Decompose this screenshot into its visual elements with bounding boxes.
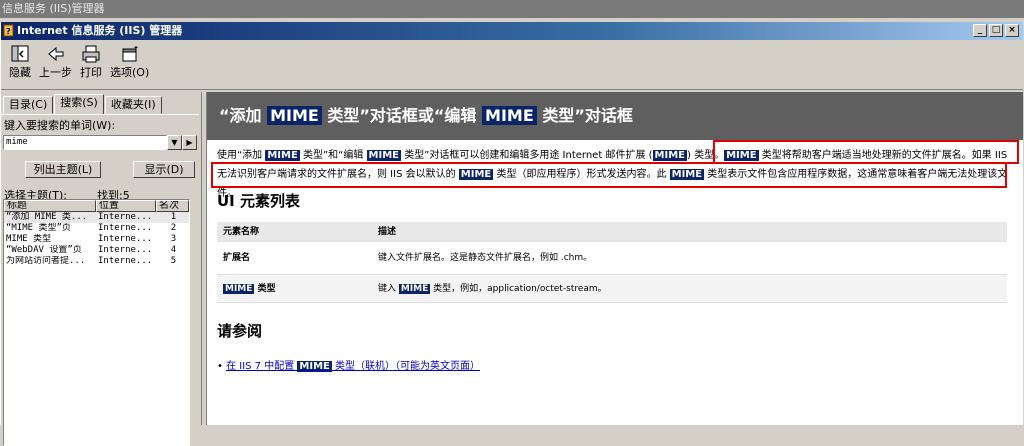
hide-label: 隐藏 bbox=[9, 66, 31, 79]
search-panel: 键入要搜索的单词(W): mime ▼ ▶ 列出主题(L) 显示(D) 选择主题… bbox=[1, 114, 199, 446]
minimize-button[interactable]: _ bbox=[973, 24, 987, 37]
result-rank: 3 bbox=[170, 234, 177, 244]
banner-highlight: MIME bbox=[482, 106, 537, 125]
window-title: Internet 信息服务 (IIS) 管理器 bbox=[17, 24, 183, 37]
print-button[interactable]: 打印 bbox=[76, 40, 106, 88]
result-title: “WebDAV 设置”页 bbox=[6, 245, 82, 255]
keyword-dropdown-button[interactable]: ▼ bbox=[167, 135, 182, 150]
result-row[interactable]: “WebDAV 设置”页 Interne... 4 bbox=[4, 245, 189, 256]
tab-search[interactable]: 搜索(S) bbox=[54, 94, 104, 114]
ui-elements-heading: UI 元素列表 bbox=[217, 192, 300, 210]
para-text: 使用“添加 bbox=[217, 150, 266, 161]
keyword-label: 键入要搜索的单词(W): bbox=[4, 119, 116, 132]
navigation-pane: 目录(C) 搜索(S) 收藏夹(I) 键入要搜索的单词(W): mime ▼ ▶… bbox=[1, 92, 201, 446]
list-topics-button[interactable]: 列出主题(L) bbox=[25, 161, 101, 178]
result-title: “MIME 类型”页 bbox=[6, 223, 71, 233]
para-text: 类型”和“编辑 bbox=[299, 150, 367, 161]
see-also-link[interactable]: 在 IIS 7 中配置 MIME 类型（联机）（可能为英文页面） bbox=[226, 361, 480, 372]
table-cell: 键入文件扩展名。这是静态文件扩展名，例如 .chm。 bbox=[378, 253, 593, 263]
link-text: 类型（联机）（可能为英文页面） bbox=[331, 361, 481, 372]
result-row[interactable]: “MIME 类型”页 Interne... 2 bbox=[4, 223, 189, 234]
banner-text: 类型”对话框 bbox=[536, 106, 633, 125]
search-highlight: MIME bbox=[398, 284, 431, 294]
bullet-icon: • bbox=[217, 361, 227, 372]
result-title: MIME 类型 bbox=[6, 234, 52, 244]
result-rank: 1 bbox=[170, 212, 177, 222]
result-rank: 4 bbox=[170, 245, 177, 255]
result-location: Interne... bbox=[98, 212, 153, 222]
result-row[interactable]: 为网站访问者提... Interne... 5 bbox=[4, 256, 189, 267]
result-title: 为网站访问者提... bbox=[6, 256, 86, 266]
table-cell: 扩展名 bbox=[223, 253, 251, 263]
close-button[interactable]: × bbox=[1005, 24, 1019, 37]
see-also-list: • 在 IIS 7 中配置 MIME 类型（联机）（可能为英文页面） bbox=[217, 357, 480, 372]
cell-text: 类型，例如，application/octet-stream。 bbox=[430, 284, 607, 294]
window-titlebar[interactable]: ? Internet 信息服务 (IIS) 管理器 _ □ × bbox=[1, 22, 1023, 40]
para-text: 类型”对话框可以创建和编辑多用途 Internet 邮件扩展 ( bbox=[401, 150, 653, 161]
help-window: ? Internet 信息服务 (IIS) 管理器 _ □ × 隐藏 上一步 打… bbox=[0, 22, 1024, 446]
banner-highlight: MIME bbox=[267, 106, 322, 125]
search-highlight: MIME bbox=[652, 150, 687, 161]
cell-text: 键入 bbox=[378, 284, 399, 294]
pane-splitter[interactable] bbox=[201, 92, 205, 425]
hide-button[interactable]: 隐藏 bbox=[5, 40, 35, 88]
maximize-button[interactable]: □ bbox=[989, 24, 1003, 37]
link-text: 在 IIS 7 中配置 bbox=[226, 361, 298, 372]
keyword-input[interactable]: mime bbox=[3, 135, 167, 150]
table-header: 描述 bbox=[378, 227, 397, 237]
hide-icon bbox=[11, 45, 29, 62]
help-app-icon: ? bbox=[3, 24, 14, 37]
arrow-right-icon: ▶ bbox=[186, 138, 193, 147]
keyword-arrow-button[interactable]: ▶ bbox=[182, 135, 197, 150]
result-location: Interne... bbox=[98, 223, 153, 233]
column-header-location[interactable]: 位置 bbox=[96, 200, 156, 212]
search-highlight: MIME bbox=[265, 150, 300, 161]
print-label: 打印 bbox=[80, 66, 102, 79]
search-highlight: MIME bbox=[297, 361, 332, 372]
banner-text: 类型”对话框或“编辑 bbox=[321, 106, 483, 125]
chevron-down-icon: ▼ bbox=[171, 138, 178, 147]
column-header-title[interactable]: 标题 bbox=[4, 200, 96, 212]
table-row: 扩展名 键入文件扩展名。这是静态文件扩展名，例如 .chm。 bbox=[217, 242, 1007, 275]
cell-text: 类型 bbox=[254, 284, 276, 294]
result-row[interactable]: “添加 MIME 类... Interne... 1 bbox=[4, 212, 189, 223]
options-icon bbox=[122, 46, 138, 62]
result-location: Interne... bbox=[98, 245, 153, 255]
results-list[interactable]: 标题 位置 名次 “添加 MIME 类... Interne... 1 “MIM… bbox=[3, 199, 190, 446]
search-highlight: MIME bbox=[223, 284, 255, 294]
help-content[interactable]: “添加 MIME 类型”对话框或“编辑 MIME 类型”对话框 使用“添加 MI… bbox=[206, 92, 1023, 425]
annotation-box-2 bbox=[211, 162, 1007, 188]
column-header-rank[interactable]: 名次 bbox=[156, 200, 189, 212]
topic-banner: “添加 MIME 类型”对话框或“编辑 MIME 类型”对话框 bbox=[207, 92, 1023, 140]
display-button[interactable]: 显示(D) bbox=[133, 161, 195, 178]
table-header-row: 元素名称 描述 bbox=[217, 222, 1007, 242]
annotation-box-1 bbox=[713, 140, 1019, 164]
result-rank: 2 bbox=[170, 223, 177, 233]
tab-contents[interactable]: 目录(C) bbox=[3, 96, 54, 114]
back-icon bbox=[47, 46, 63, 62]
back-button[interactable]: 上一步 bbox=[35, 40, 76, 88]
options-button[interactable]: 选项(O) bbox=[106, 40, 153, 88]
outer-window-title: 信息服务 (IIS)管理器 bbox=[0, 0, 1024, 18]
table-header: 元素名称 bbox=[223, 227, 260, 237]
options-label: 选项(O) bbox=[110, 66, 150, 79]
result-location: Interne... bbox=[98, 256, 153, 266]
result-rank: 5 bbox=[170, 256, 177, 266]
back-label: 上一步 bbox=[39, 66, 72, 79]
print-icon bbox=[82, 45, 100, 63]
tab-favorites[interactable]: 收藏夹(I) bbox=[104, 96, 162, 114]
see-also-heading: 请参阅 bbox=[217, 322, 263, 340]
table-cell: 键入 MIME 类型，例如，application/octet-stream。 bbox=[372, 275, 1007, 302]
ui-elements-table: 元素名称 描述 扩展名 键入文件扩展名。这是静态文件扩展名，例如 .chm。 M… bbox=[217, 222, 1007, 303]
toolbar: 隐藏 上一步 打印 选项(O) bbox=[1, 40, 1023, 90]
banner-text: “添加 bbox=[219, 106, 268, 125]
table-cell: MIME 类型 bbox=[217, 275, 372, 302]
svg-text:?: ? bbox=[6, 27, 11, 36]
result-location: Interne... bbox=[98, 234, 153, 244]
table-row: MIME 类型 键入 MIME 类型，例如，application/octet-… bbox=[217, 275, 1007, 303]
search-highlight: MIME bbox=[366, 150, 402, 161]
result-title: “添加 MIME 类... bbox=[6, 212, 88, 222]
result-row[interactable]: MIME 类型 Interne... 3 bbox=[4, 234, 189, 245]
results-header: 标题 位置 名次 bbox=[4, 200, 189, 212]
